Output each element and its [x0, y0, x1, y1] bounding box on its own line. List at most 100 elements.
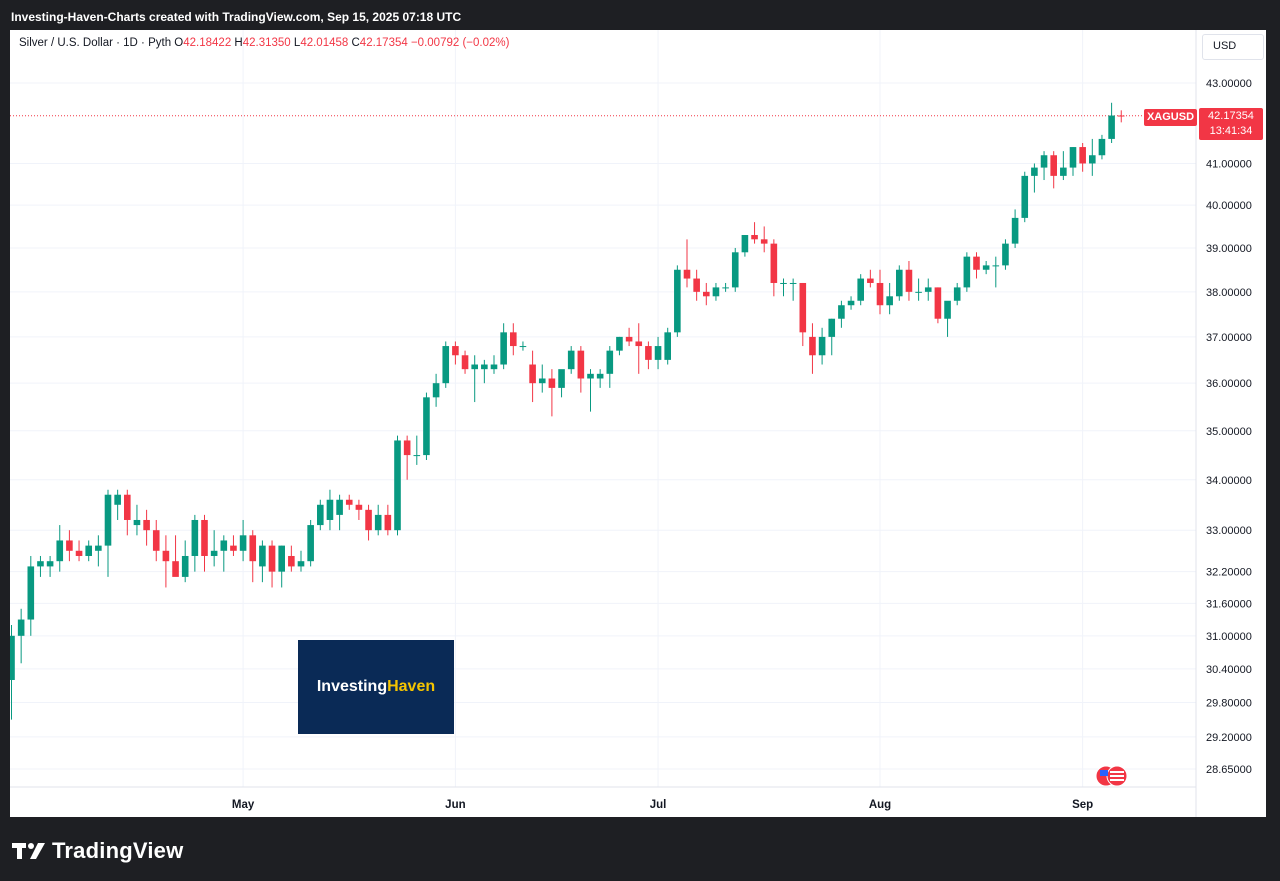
candle: [625, 327, 633, 347]
candle-body: [982, 265, 990, 270]
candle: [693, 269, 700, 301]
price-tick-label: 36.00000: [1206, 378, 1252, 390]
candle: [577, 346, 585, 393]
candle: [133, 504, 141, 536]
candle-body: [1060, 167, 1067, 176]
candle-body: [847, 300, 855, 306]
candle-body: [490, 364, 498, 370]
candle: [239, 519, 247, 562]
candle: [876, 269, 884, 315]
candle-body: [278, 545, 285, 572]
candle-body: [345, 499, 353, 505]
candle: [1098, 134, 1106, 160]
candle-body: [152, 530, 160, 551]
candle-body: [616, 336, 623, 351]
candle-body: [471, 364, 478, 370]
candle: [809, 323, 816, 374]
candle-body: [259, 545, 266, 567]
candle: [674, 265, 681, 337]
chart-frame[interactable]: 43.00000 41.00000 40.00000 39.00000 38.00000…: [10, 30, 1266, 817]
candle-body: [75, 550, 83, 556]
candle: [838, 300, 845, 328]
tradingview-logo-text: TradingView: [52, 838, 184, 863]
candle-body: [162, 550, 170, 562]
candle-body: [992, 265, 1000, 267]
candle-body: [181, 555, 189, 577]
candle-body: [104, 494, 112, 546]
legend-high: 42.31350: [242, 37, 291, 49]
candle-body: [355, 504, 363, 510]
candle-body: [751, 235, 758, 240]
candle: [384, 504, 392, 536]
candle-body: [963, 256, 971, 288]
last-price-value: 42.17354: [1208, 110, 1254, 122]
candle: [1108, 102, 1115, 143]
candle: [66, 530, 73, 562]
candle: [114, 489, 121, 520]
candle-body: [1117, 115, 1125, 117]
candle: [992, 256, 1000, 288]
candle-body: [423, 397, 430, 456]
candle-body: [210, 550, 218, 556]
candle-body: [442, 346, 450, 384]
candle: [172, 535, 179, 577]
candle: [703, 282, 710, 306]
candle-body: [56, 540, 64, 562]
candle-body: [548, 378, 556, 388]
price-tick-label: 39.00000: [1206, 243, 1252, 255]
candle: [152, 519, 160, 562]
candle: [413, 435, 421, 465]
candle: [1060, 151, 1067, 181]
candle: [944, 300, 951, 337]
candle-body: [124, 494, 131, 520]
candle-body: [789, 282, 797, 284]
candle: [432, 373, 440, 407]
candle-body: [596, 373, 604, 379]
candle: [780, 278, 787, 297]
currency-button[interactable]: USD: [1202, 34, 1264, 60]
candle: [56, 525, 64, 572]
candle-body: [326, 499, 334, 520]
candle-body: [230, 545, 237, 551]
candle-body: [567, 350, 575, 370]
price-tick-label: 31.00000: [1206, 631, 1252, 643]
candle: [249, 530, 257, 583]
candle-body: [1031, 167, 1038, 176]
candle: [934, 287, 942, 324]
candle: [230, 535, 237, 556]
candle-body: [635, 341, 643, 347]
candle: [500, 323, 507, 370]
candle-body: [953, 287, 961, 301]
candle: [664, 327, 671, 365]
candle: [278, 545, 285, 588]
candle: [85, 540, 92, 562]
candle: [220, 535, 228, 572]
candle: [847, 296, 855, 310]
candle-body: [239, 535, 247, 551]
candle: [519, 341, 527, 351]
candle: [288, 545, 295, 572]
candle: [741, 235, 749, 257]
candle: [886, 282, 893, 315]
candle: [1069, 147, 1077, 176]
candle-body: [46, 561, 54, 567]
price-tick-label: 32.20000: [1206, 567, 1252, 579]
price-tick-label: 31.60000: [1206, 598, 1252, 610]
candle-body: [1040, 155, 1048, 168]
time-tick-label: Aug: [869, 799, 891, 811]
candle-body: [558, 369, 565, 388]
price-chart[interactable]: 43.00000 41.00000 40.00000 39.00000 38.00000…: [10, 30, 1266, 817]
us-flag-icon[interactable]: [1095, 765, 1129, 787]
candle: [538, 364, 546, 393]
candle-body: [703, 291, 710, 297]
candle: [596, 369, 604, 388]
tradingview-logo[interactable]: TradingView: [12, 838, 183, 864]
candle: [867, 269, 874, 288]
time-tick-label: Jul: [650, 799, 667, 811]
time-tick-label: May: [232, 799, 255, 811]
candle: [365, 504, 372, 541]
candle-body: [336, 499, 343, 515]
candle: [982, 261, 990, 275]
candle: [124, 489, 131, 536]
price-tick-label: 29.80000: [1206, 698, 1252, 710]
